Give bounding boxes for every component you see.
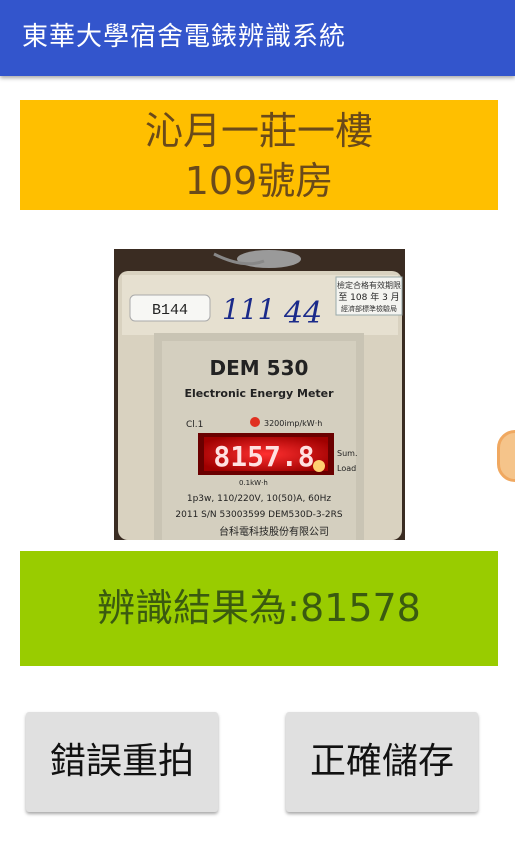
meter-photo-svg: B144 111 44 檢定合格有效期限 至 108 年 3 月 經濟部標準檢驗… bbox=[114, 249, 405, 540]
room-number: 109號房 bbox=[184, 159, 334, 203]
room-banner: 沁月一莊一樓 109號房 bbox=[20, 100, 498, 210]
meter-model: DEM 530 bbox=[210, 356, 309, 380]
maker-line: 台科電科技股份有限公司 bbox=[219, 525, 329, 538]
meter-subtitle: Electronic Energy Meter bbox=[184, 387, 334, 400]
meter-seal bbox=[237, 250, 301, 268]
lcd-reading: 8157.8 bbox=[213, 440, 314, 473]
load-label: Load bbox=[337, 464, 356, 473]
app-title: 東華大學宿舍電錶辨識系統 bbox=[22, 22, 347, 52]
pulse-rate: 3200imp/kW·h bbox=[264, 419, 322, 428]
recognition-result: 辨識結果為:81578 bbox=[97, 586, 421, 630]
handwriting-room: 111 bbox=[222, 293, 275, 326]
sum-label: Sum. bbox=[337, 449, 357, 458]
unit-small: 0.1kW·h bbox=[239, 479, 268, 487]
sticker-line3: 經濟部標準檢驗局 bbox=[341, 304, 397, 313]
pulse-led bbox=[250, 417, 260, 427]
save-button[interactable]: 正確儲存 bbox=[286, 712, 478, 812]
spec-line: 1p3w, 110/220V, 10(50)A, 60Hz bbox=[187, 494, 332, 504]
lcd-glare bbox=[313, 460, 325, 472]
handwriting-number: 44 bbox=[283, 296, 322, 331]
result-banner: 辨識結果為:81578 bbox=[20, 551, 498, 666]
meter-class: Cl.1 bbox=[186, 420, 203, 430]
app-bar: 東華大學宿舍電錶辨識系統 bbox=[0, 0, 515, 76]
label-tag-text: B144 bbox=[152, 302, 188, 319]
floating-edge-handle[interactable] bbox=[497, 430, 515, 482]
serial-line: 2011 S/N 53003599 DEM530D-3-2RS bbox=[175, 510, 342, 520]
sticker-line2: 至 108 年 3 月 bbox=[338, 291, 399, 303]
retake-button[interactable]: 錯誤重拍 bbox=[26, 712, 218, 812]
room-building-floor: 沁月一莊一樓 bbox=[144, 109, 373, 153]
meter-photo: B144 111 44 檢定合格有效期限 至 108 年 3 月 經濟部標準檢驗… bbox=[114, 249, 405, 540]
sticker-line1: 檢定合格有效期限 bbox=[337, 280, 401, 290]
